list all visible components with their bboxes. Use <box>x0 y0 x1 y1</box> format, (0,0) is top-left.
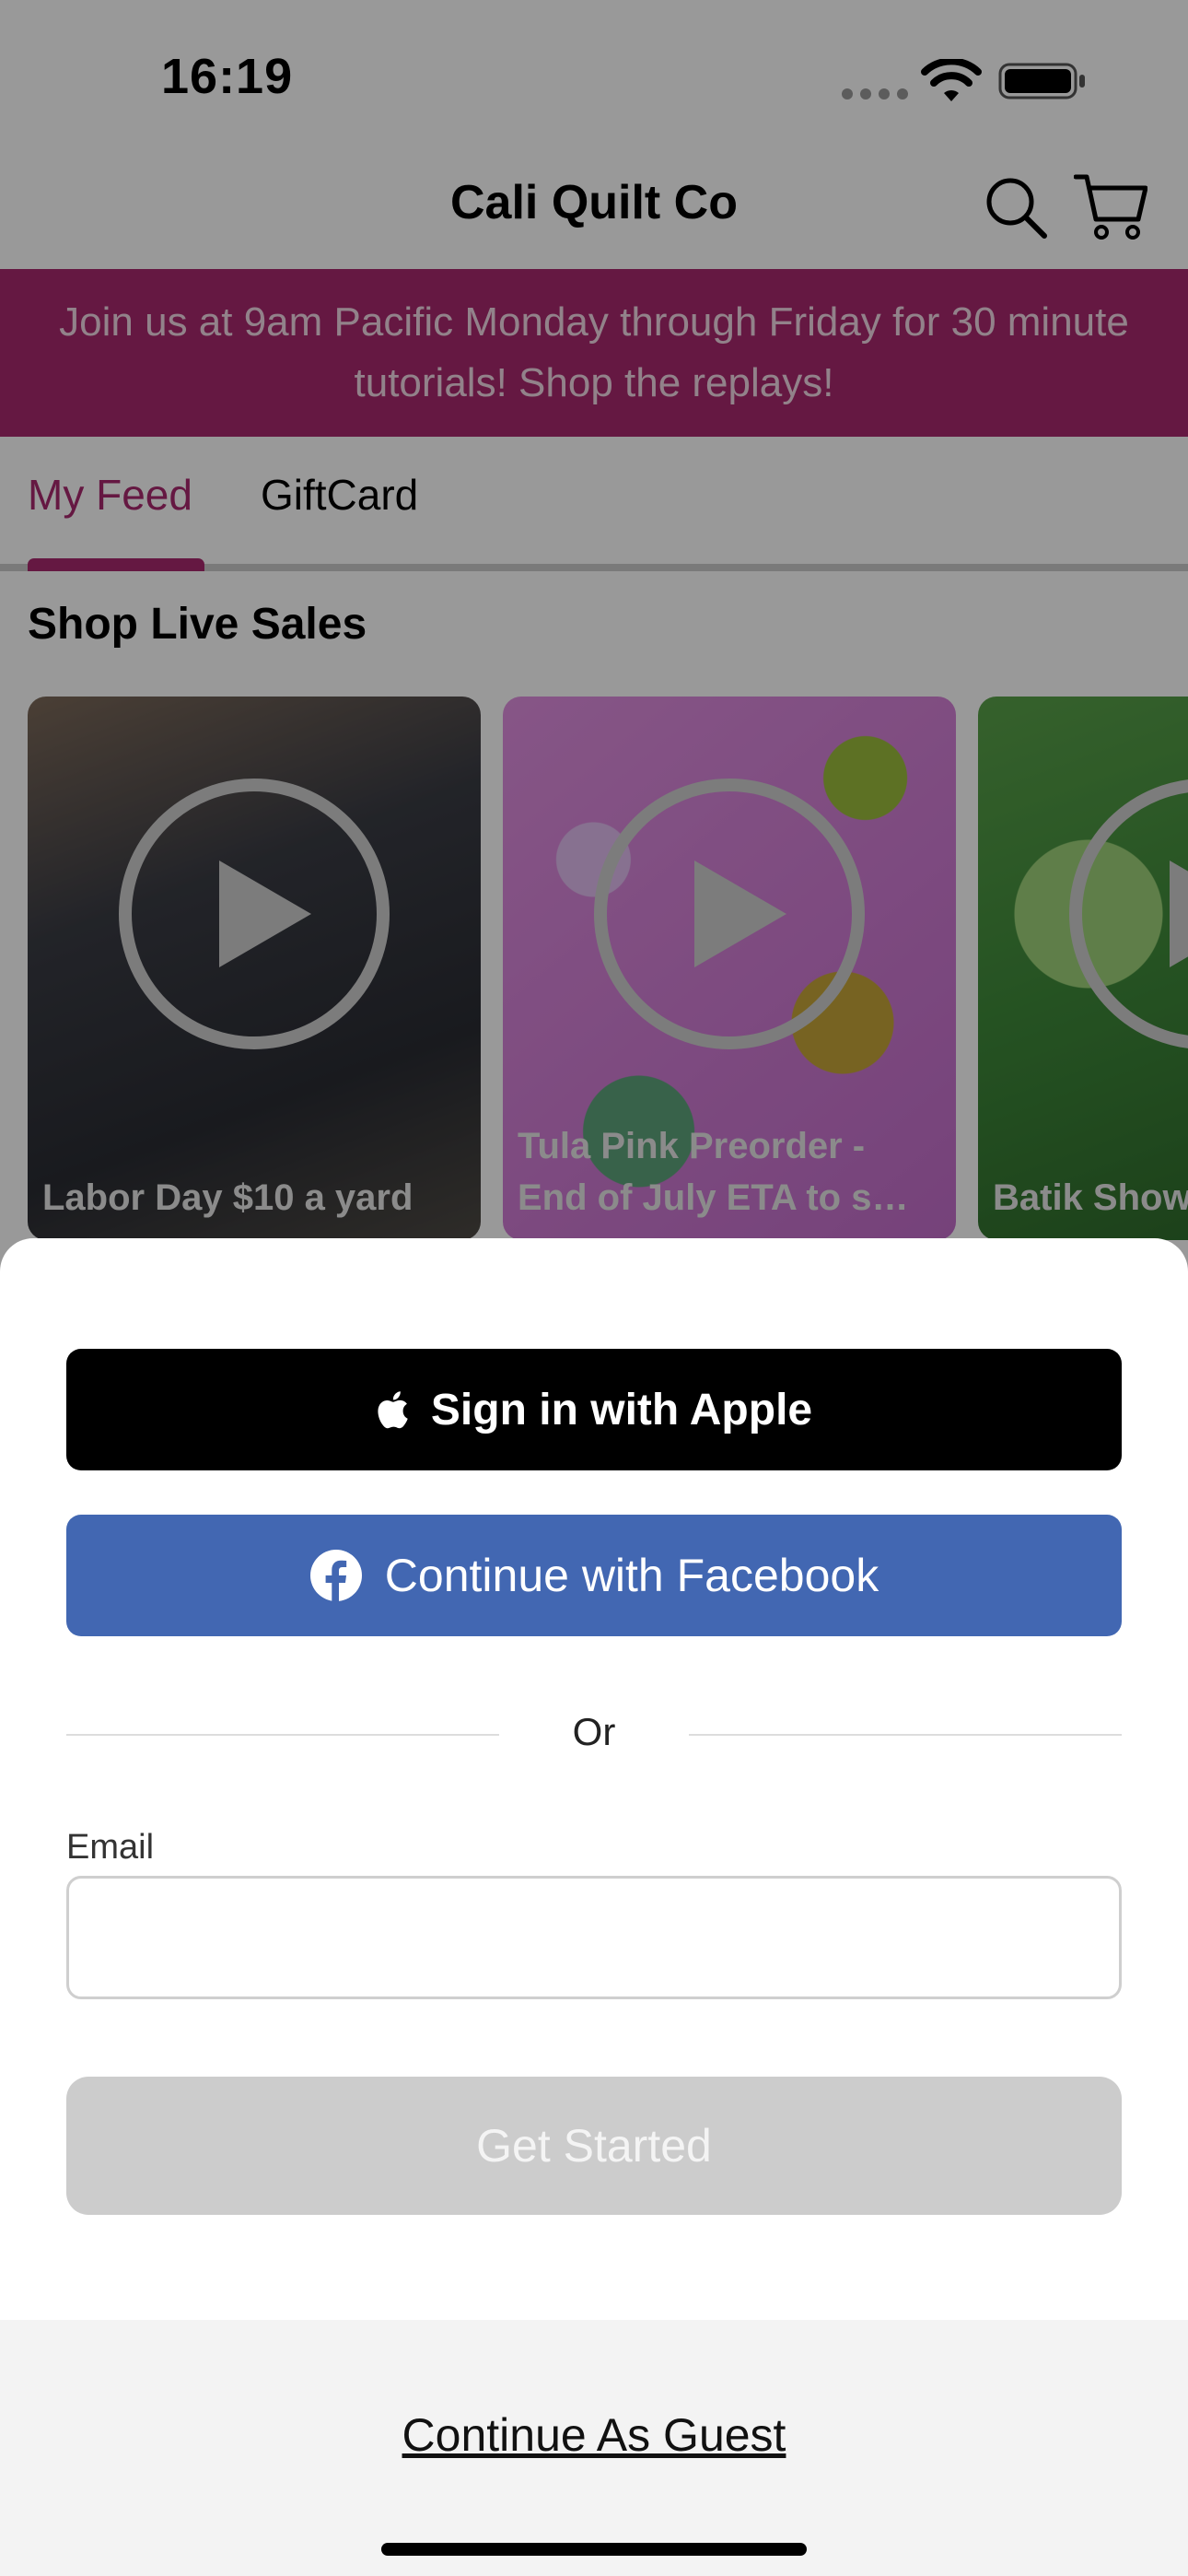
get-started-button[interactable]: Get Started <box>66 2077 1122 2215</box>
facebook-icon <box>309 1550 362 1602</box>
or-divider: Or <box>66 1706 1122 1762</box>
sign-in-with-apple-button[interactable]: Sign in with Apple <box>66 1349 1122 1470</box>
divider-line-right <box>689 1734 1122 1736</box>
sign-in-with-apple-label: Sign in with Apple <box>430 1385 813 1434</box>
email-field[interactable] <box>66 1876 1122 1999</box>
apple-icon <box>378 1391 408 1429</box>
sign-in-sheet: Sign in with Apple Continue with Faceboo… <box>0 1238 1188 2576</box>
continue-with-facebook-button[interactable]: Continue with Facebook <box>66 1515 1122 1636</box>
continue-as-guest-link[interactable]: Continue As Guest <box>0 2408 1188 2462</box>
or-divider-text: Or <box>572 1710 616 1753</box>
home-indicator[interactable] <box>381 2543 807 2556</box>
email-label: Email <box>66 1828 155 1867</box>
continue-with-facebook-label: Continue with Facebook <box>384 1550 879 1601</box>
guest-footer: Continue As Guest <box>0 2320 1188 2576</box>
